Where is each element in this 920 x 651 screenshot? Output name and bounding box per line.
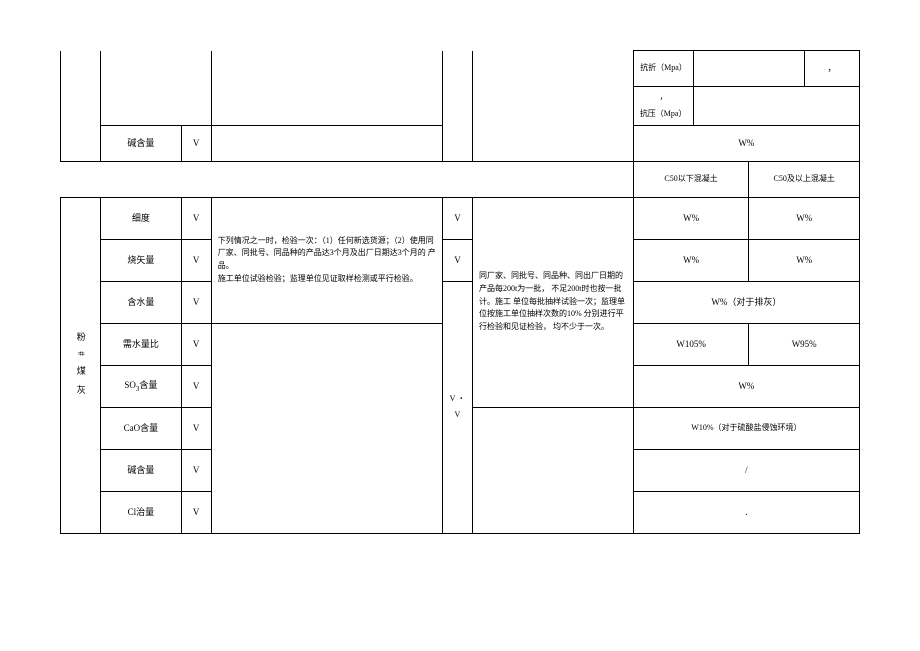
- compressive-label: 抗压（Mpa）: [640, 108, 687, 121]
- alkali-mark: V: [181, 449, 211, 491]
- so3-mark: V: [181, 365, 211, 407]
- loi-v2: W%: [749, 239, 860, 281]
- compressive-mark: ，: [640, 91, 687, 104]
- concrete-below: C50以下混凝土: [633, 161, 749, 197]
- fineness-smark: V: [442, 197, 472, 239]
- water-name: 含水量: [101, 281, 181, 323]
- top-blank-5: [473, 51, 634, 162]
- cl-mark: V: [181, 491, 211, 533]
- flexural-val: ，: [804, 51, 859, 87]
- water-val: W%（对于排灰）: [633, 281, 859, 323]
- cl-val: .: [633, 491, 859, 533]
- sampling-block: 同厂家、同批号、同品种、同出厂日期的产品每200t为一批， 不足200t时也按一…: [473, 197, 634, 407]
- compressive-blank: [694, 87, 860, 126]
- top-left-blank-1: [61, 51, 101, 162]
- cao-val: W10%（对于硫酸盐侵蚀环境）: [633, 407, 859, 449]
- cao-name: CaO含量: [101, 407, 181, 449]
- top-blank-3: [211, 51, 442, 126]
- fineness-v1: W%: [633, 197, 749, 239]
- alkali-top-name: 碱含量: [101, 125, 181, 161]
- top-blank-4: [442, 51, 472, 162]
- fineness-v2: W%: [749, 197, 860, 239]
- alkali-top-value: W%: [633, 125, 859, 161]
- loi-mark: V: [181, 239, 211, 281]
- demand-v2: W95%: [749, 323, 860, 365]
- flexural-label: 抗折（Mpa）: [633, 51, 693, 87]
- alkali-name: 碱含量: [101, 449, 181, 491]
- top-blank-2: [101, 51, 212, 126]
- concrete-header-blank: [61, 161, 634, 197]
- so3-val: W%: [633, 365, 859, 407]
- desc-block: 下列情况之一时，检验一次：（1）任何新选货源；（2）使用同厂家、同批号、同品种的…: [211, 197, 442, 323]
- compressive-cell: ， 抗压（Mpa）: [633, 87, 693, 126]
- mid-vmarks: V ・ V: [442, 281, 472, 533]
- demand-mark: V: [181, 323, 211, 365]
- cl-name: Cl治量: [101, 491, 181, 533]
- concrete-above: C50及以上混凝土: [749, 161, 860, 197]
- alkali-val: /: [633, 449, 859, 491]
- demand-v1: W105%: [633, 323, 749, 365]
- sampling-tail-blank: [473, 407, 634, 533]
- fineness-name: 细度: [101, 197, 181, 239]
- demand-name: 需水量比: [101, 323, 181, 365]
- so3-name: SO3含量: [101, 365, 181, 407]
- loi-name: 烧矢量: [101, 239, 181, 281]
- cao-mark: V: [181, 407, 211, 449]
- category-label: 粉 # 煤 灰: [61, 197, 101, 533]
- flexural-blank: [694, 51, 805, 87]
- water-mark: V: [181, 281, 211, 323]
- alkali-top-mark: V: [181, 125, 211, 161]
- fineness-mark: V: [181, 197, 211, 239]
- demand-desc-blank: [211, 323, 442, 533]
- alkali-top-blank: [211, 125, 442, 161]
- loi-v1: W%: [633, 239, 749, 281]
- loi-smark: V: [442, 239, 472, 281]
- spec-table: 抗折（Mpa） ， ， 抗压（Mpa） 碱含量 V W% C50以下混凝土 C5…: [60, 50, 860, 534]
